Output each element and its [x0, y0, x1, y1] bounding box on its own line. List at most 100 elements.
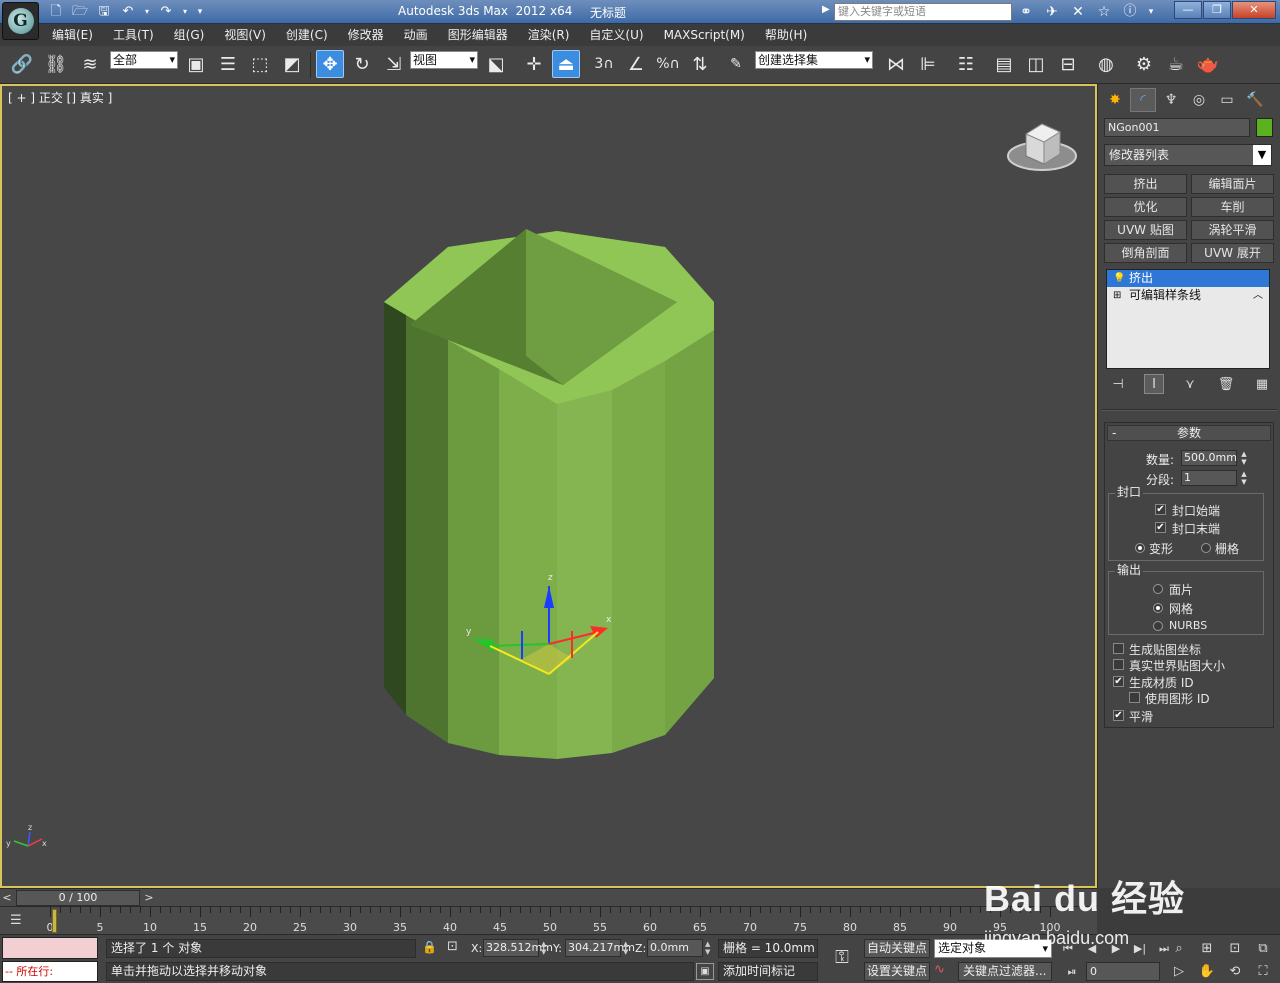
- maximize-button[interactable]: ❐: [1203, 1, 1231, 19]
- menu-edit[interactable]: 编辑(E): [52, 27, 93, 43]
- extrude-button[interactable]: 挤出: [1104, 174, 1187, 194]
- percent-snap-icon[interactable]: % ∩: [654, 50, 682, 78]
- time-slider-next-icon[interactable]: >: [142, 890, 156, 906]
- y-coordinate-field[interactable]: 304.217mm: [565, 939, 635, 957]
- spinner-snap-icon[interactable]: ⇅: [686, 50, 714, 78]
- create-tab-icon[interactable]: ✸: [1102, 88, 1128, 112]
- viewcube[interactable]: [1007, 123, 1077, 171]
- optimize-button[interactable]: 优化: [1104, 197, 1187, 217]
- key-mode-icon[interactable]: ∿: [934, 962, 958, 981]
- lock-selection-icon[interactable]: 🔒: [422, 940, 437, 954]
- motion-tab-icon[interactable]: ◎: [1186, 88, 1212, 112]
- remove-modifier-icon[interactable]: 🗑: [1216, 374, 1236, 394]
- select-and-move-icon[interactable]: ✥: [316, 50, 344, 78]
- binoculars-icon[interactable]: ⚭: [1016, 2, 1036, 22]
- snaps-toggle-icon[interactable]: 3 ∩: [590, 50, 618, 78]
- segments-field[interactable]: 1: [1181, 470, 1237, 486]
- angle-snap-icon[interactable]: ∠: [622, 50, 650, 78]
- object-name-field[interactable]: NGon001: [1104, 118, 1250, 137]
- key-filters-button[interactable]: 关键点过滤器...: [958, 962, 1052, 981]
- minimize-button[interactable]: —: [1174, 1, 1202, 19]
- time-cursor[interactable]: [52, 909, 57, 933]
- cap-start-checkbox[interactable]: ✔: [1155, 504, 1166, 515]
- help-dropdown-icon[interactable]: ▾: [1146, 2, 1156, 22]
- edit-patch-button[interactable]: 编辑面片: [1191, 174, 1274, 194]
- unlink-icon[interactable]: ⛓: [42, 50, 70, 78]
- next-frame-icon[interactable]: ▶|: [1130, 939, 1150, 958]
- community-icon[interactable]: ✕: [1068, 2, 1088, 22]
- cap-end-checkbox[interactable]: ✔: [1155, 522, 1166, 533]
- play-icon[interactable]: ▶: [1106, 939, 1126, 958]
- menu-group[interactable]: 组(G): [174, 27, 205, 43]
- chevron-down-icon[interactable]: ▼: [1253, 145, 1271, 165]
- search-arrow-icon[interactable]: ▶: [822, 4, 830, 15]
- grid-radio[interactable]: [1201, 543, 1211, 553]
- menu-create[interactable]: 创建(C): [286, 27, 328, 43]
- schematic-view-icon[interactable]: ⊟: [1054, 50, 1082, 78]
- track-bar[interactable]: ☰ 0 5 10 15 20 25 30 35 40 45 50 55 60 65 70 75 80 85 90 95…: [0, 906, 1097, 934]
- time-slider-prev-icon[interactable]: <: [0, 890, 14, 906]
- menu-tools[interactable]: 工具(T): [113, 27, 154, 43]
- render-production-icon[interactable]: 🫖: [1194, 50, 1222, 78]
- selection-filter-dropdown[interactable]: 全部: [110, 51, 178, 69]
- display-tab-icon[interactable]: ▭: [1214, 88, 1240, 112]
- menu-customize[interactable]: 自定义(U): [589, 27, 643, 43]
- mirror-icon[interactable]: ⋈: [882, 50, 910, 78]
- named-selection-dropdown[interactable]: 创建选择集: [755, 51, 873, 69]
- save-file-icon[interactable]: 🖫: [94, 2, 114, 22]
- select-and-rotate-icon[interactable]: ↻: [348, 50, 376, 78]
- menu-help[interactable]: 帮助(H): [765, 27, 807, 43]
- x-spinner-arrows[interactable]: ▲ ▼: [541, 940, 546, 956]
- rectangular-selection-icon[interactable]: ⬚: [246, 50, 274, 78]
- time-slider-thumb[interactable]: 0 / 100: [16, 890, 140, 906]
- maximize-viewport-icon[interactable]: ⛶: [1250, 962, 1276, 982]
- menu-animation[interactable]: 动画: [404, 27, 428, 43]
- tools-icon[interactable]: ✈: [1042, 2, 1062, 22]
- pin-stack-icon[interactable]: ⊣: [1108, 374, 1128, 394]
- mesh-radio[interactable]: [1153, 603, 1163, 613]
- qat-customize-icon[interactable]: ▾: [194, 2, 206, 22]
- parameters-rollout-title[interactable]: - 参数: [1107, 425, 1271, 441]
- chevron-up-icon[interactable]: ︿: [1253, 287, 1263, 304]
- modifier-list-dropdown[interactable]: 修改器列表 ▼: [1104, 144, 1272, 166]
- bevel-profile-button[interactable]: 倒角剖面: [1104, 243, 1187, 263]
- stack-item-extrude[interactable]: 💡 挤出: [1107, 270, 1269, 287]
- pan-icon[interactable]: ✋: [1194, 962, 1220, 982]
- render-setup-icon[interactable]: ⚙: [1130, 50, 1158, 78]
- expand-plus-icon[interactable]: ⊞: [1113, 287, 1121, 304]
- field-of-view-icon[interactable]: ▷: [1166, 962, 1192, 982]
- object-color-swatch[interactable]: [1256, 118, 1273, 137]
- zoom-extents-icon[interactable]: ⊡: [1222, 939, 1248, 959]
- use-shape-ids-checkbox[interactable]: [1129, 692, 1140, 703]
- keyboard-shortcut-override-icon[interactable]: ⏏: [552, 50, 580, 78]
- auto-key-button[interactable]: 自动关键点: [864, 939, 930, 958]
- selected-set-dropdown[interactable]: 选定对象: [934, 939, 1052, 958]
- new-file-icon[interactable]: 🗋: [46, 2, 66, 22]
- add-time-tag-button[interactable]: 添加时间标记: [718, 962, 818, 981]
- menu-maxscript[interactable]: MAXScript(M): [664, 27, 745, 43]
- zoom-extents-all-icon[interactable]: ⧉: [1250, 939, 1276, 959]
- graphite-tools-icon[interactable]: ▤: [990, 50, 1018, 78]
- select-and-scale-icon[interactable]: ⇲: [380, 50, 408, 78]
- orbit-icon[interactable]: ⟲: [1222, 962, 1248, 982]
- menu-rendering[interactable]: 渲染(R): [528, 27, 570, 43]
- select-by-name-icon[interactable]: ☰: [214, 50, 242, 78]
- segments-spinner-arrows[interactable]: ▲ ▼: [1239, 470, 1249, 486]
- rendered-frame-window-icon[interactable]: ☕: [1162, 50, 1190, 78]
- maxscript-listener-line[interactable]: -- 所在行:: [2, 961, 98, 982]
- manipulate-icon[interactable]: ✛: [520, 50, 548, 78]
- smooth-checkbox[interactable]: ✔: [1113, 710, 1124, 721]
- modify-tab-icon[interactable]: ◜: [1130, 88, 1156, 112]
- perspective-viewport[interactable]: [ + ] 正交 [] 真实 ] z x y z x y: [0, 84, 1097, 888]
- morph-radio[interactable]: [1135, 543, 1145, 553]
- ngon-extruded-object[interactable]: [384, 229, 714, 759]
- zoom-icon[interactable]: ⌕: [1166, 939, 1192, 959]
- patch-radio[interactable]: [1153, 584, 1163, 594]
- time-tag-icon[interactable]: ▣: [696, 963, 714, 980]
- make-unique-icon[interactable]: ⋎: [1180, 374, 1200, 394]
- previous-frame-icon[interactable]: ◀: [1082, 939, 1102, 958]
- configure-modifier-sets-icon[interactable]: ▦: [1252, 374, 1272, 394]
- nurbs-radio[interactable]: [1153, 621, 1163, 631]
- close-button[interactable]: ✕: [1232, 1, 1276, 19]
- y-spinner-arrows[interactable]: ▲ ▼: [623, 940, 628, 956]
